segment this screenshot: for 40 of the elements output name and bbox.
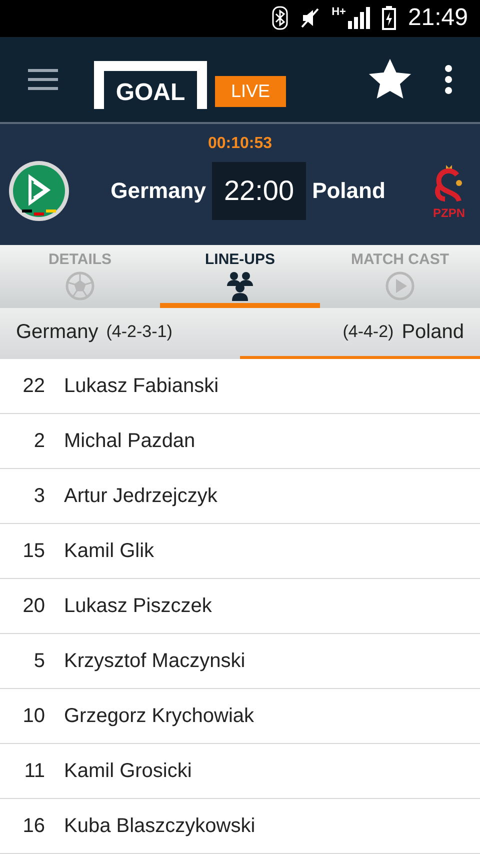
player-name: Artur Jedrzejczyk — [64, 484, 218, 509]
signal-icon — [348, 7, 370, 30]
team-tab[interactable]: Germany (4-2-3-1) — [0, 308, 240, 359]
goal-logo: GOAL — [94, 61, 207, 110]
shirt-number: 3 — [32, 484, 45, 509]
favorite-star-button[interactable] — [367, 57, 413, 102]
network-type: H+ — [332, 7, 346, 18]
soccer-ball-icon — [65, 270, 95, 301]
player-name: Krzysztof Maczynski — [64, 649, 246, 674]
mute-icon — [300, 7, 320, 30]
player-name: Lukasz Fabianski — [64, 374, 219, 399]
player-name: Michal Pazdan — [64, 429, 196, 454]
shirt-number: 10 — [22, 704, 45, 729]
people-icon — [225, 270, 255, 301]
shirt-number: 5 — [32, 649, 45, 674]
live-badge: LIVE — [215, 76, 286, 108]
shirt-number: 15 — [22, 539, 45, 564]
away-team: Poland — [312, 177, 386, 206]
home-team: Germany — [110, 177, 206, 206]
bluetooth-icon — [272, 6, 288, 30]
kickoff-time: 22:00 — [212, 162, 306, 220]
shirt-number: 22 — [22, 374, 45, 399]
clock: 21:49 — [408, 3, 468, 34]
crest-text: PZPN — [432, 206, 465, 219]
menu-button[interactable] — [28, 68, 58, 90]
shirt-number: 20 — [22, 594, 45, 619]
player-name: Kuba Blaszczykowski — [64, 814, 256, 839]
player-name: Kamil Glik — [64, 539, 154, 564]
shirt-number: 11 — [23, 759, 45, 784]
player-name: Grzegorz Krychowiak — [64, 704, 254, 729]
battery-charging-icon — [382, 6, 396, 30]
match-timer: 00:10:53 — [208, 136, 272, 152]
team-tab[interactable]: (4-4-2) Poland — [240, 308, 480, 359]
play-icon — [385, 270, 415, 301]
player-name: Lukasz Piszczek — [64, 594, 212, 619]
more-options-button[interactable] — [445, 64, 452, 94]
player-name: Kamil Grosicki — [64, 759, 192, 784]
shirt-number: 2 — [32, 429, 45, 454]
crest-icon — [8, 160, 70, 222]
shirt-number: 16 — [22, 814, 45, 839]
